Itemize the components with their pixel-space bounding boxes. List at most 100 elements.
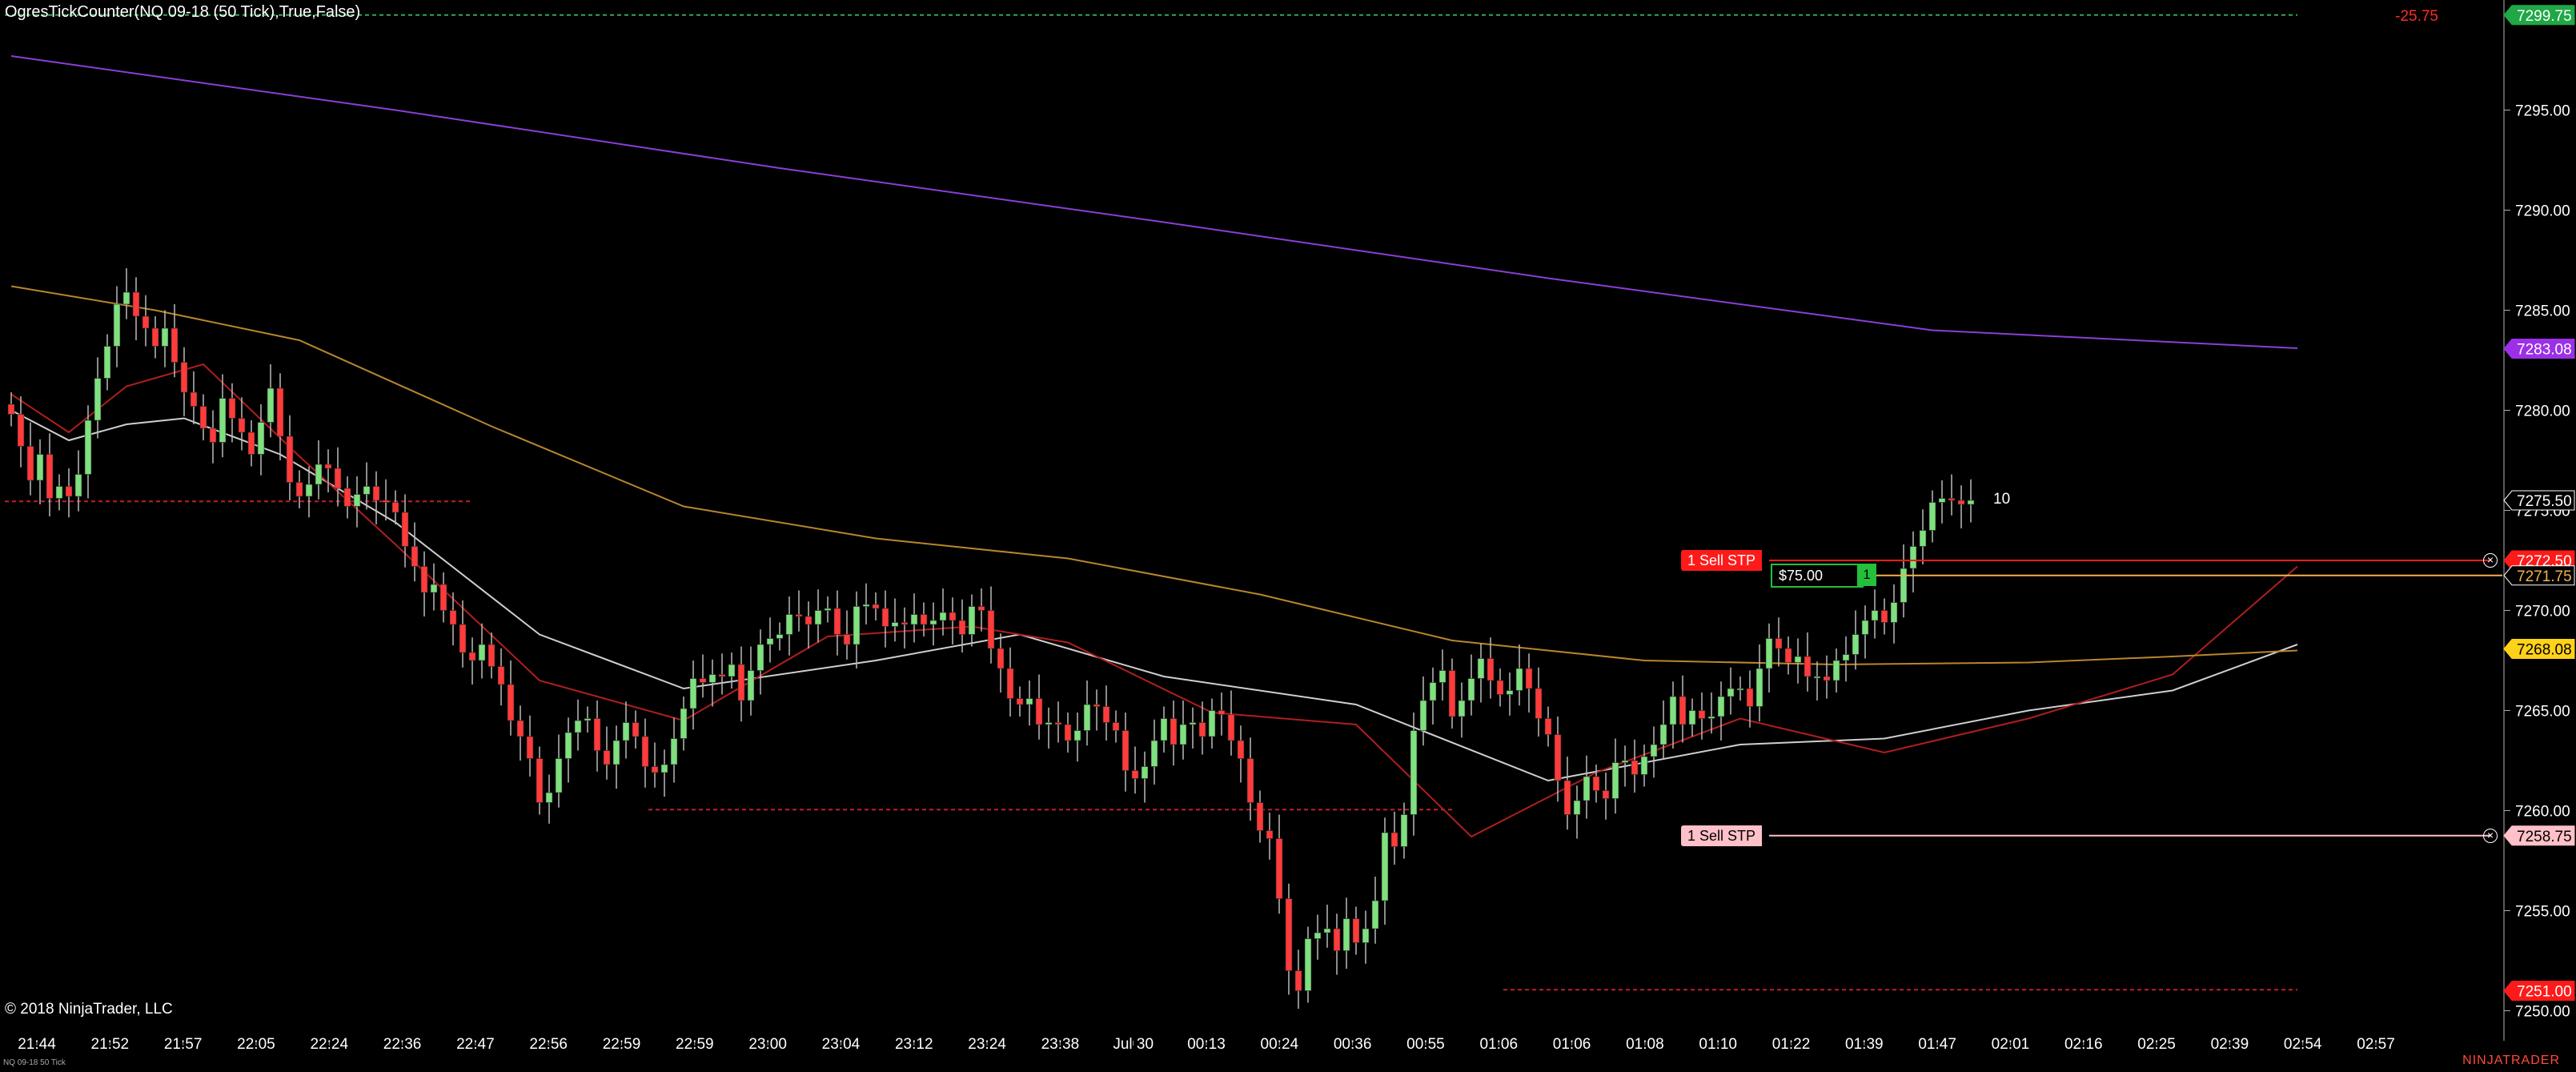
candle-body [670,738,678,765]
x-tick-label: 01:39 [1845,1036,1884,1053]
price-marker-label: 7299.75 [2517,8,2572,25]
x-tick-label: 22:56 [529,1036,568,1053]
candle-body [295,482,303,497]
candle-body [497,666,505,685]
candle-body [1669,696,1677,725]
candle-body [1237,740,1245,759]
x-tick-label: 22:59 [603,1036,641,1053]
candle-body [1073,730,1081,741]
price-axis[interactable]: 7250.00 7255.00 7260.00 7265.00 7270.00 7275.… [2503,0,2575,1041]
x-tick-label: 01:47 [1918,1036,1956,1053]
candle-body [286,436,294,483]
candle-body [843,634,851,645]
candle-body [488,644,496,667]
candle-body [1429,682,1437,701]
candle-body [1256,802,1264,831]
x-tick-label: 23:00 [748,1036,787,1053]
candle-body [190,391,198,407]
candle-body [1765,638,1773,669]
x-tick-label: 00:24 [1261,1036,1299,1053]
candle-body [1794,656,1802,663]
candle-body [171,327,179,363]
candle-body [1659,724,1667,745]
candle-body [862,604,870,607]
x-tick-label: 23:12 [895,1036,933,1053]
candle-body [977,606,985,611]
candle-body [228,398,236,419]
position-pnl-box[interactable]: $75.00 [1771,563,1864,588]
order-price-marker: 7258.75 [2503,825,2575,846]
candle-body [728,664,736,677]
candle-body [1333,928,1341,951]
candle-body [1938,498,1946,503]
candle-body [536,758,544,803]
candle-body [1121,730,1130,771]
ma-line [10,285,2298,666]
candle-body [881,608,889,627]
candle-body [929,620,937,625]
candle-body [1342,918,1350,951]
sell-stop-order-tag[interactable]: 1 Sell STP [1681,550,1763,571]
candle-body [468,652,476,661]
candle-body [920,614,928,625]
candle-body [737,664,745,701]
candle-body [1755,668,1763,707]
candle-body [872,604,880,609]
candle-body [1746,688,1754,707]
ma-line [10,55,2298,349]
candle-body [36,454,44,481]
candle-body [247,432,255,455]
candle-body [1583,776,1591,801]
candle-body [94,378,102,421]
candle-body [26,446,34,481]
candle-body [1227,714,1235,741]
candle-body [411,546,419,567]
candle-body [901,622,909,625]
candle-body [507,684,515,721]
x-tick-label: 01:06 [1479,1036,1518,1053]
x-tick-label: 22:47 [456,1036,495,1053]
price-marker-label: 7258.75 [2517,829,2572,845]
sell-stop-order-tag[interactable]: 1 Sell STP [1681,825,1763,846]
candle-body [478,644,486,661]
y-tick-label: 7250.00 [2515,1004,2570,1021]
x-tick-label: 22:59 [676,1036,714,1053]
close-icon[interactable]: × [2483,553,2498,568]
candle-body [1285,898,1293,971]
order-lines[interactable] [1769,560,2502,837]
y-tick-label: 7270.00 [2515,604,2570,620]
candle-body [1871,610,1879,621]
candle-body [708,674,716,683]
candle-body [824,608,832,611]
position-qty-box[interactable]: 1 [1857,563,1876,586]
x-tick-label: Jul 30 [1113,1036,1154,1053]
candle-body [1064,724,1072,741]
candle-body [1573,800,1581,815]
candle-body [776,634,784,639]
candle-body [65,486,73,497]
candle-body [795,614,803,617]
candle-body [1640,756,1648,775]
x-tick-label: 22:05 [237,1036,275,1053]
price-marker: 7268.08 [2503,639,2575,659]
candle-body [584,718,592,721]
candle-body [699,678,707,683]
candle-body [1957,500,1965,505]
candle-body [1266,830,1274,839]
x-tick-label: 01:06 [1553,1036,1591,1053]
ninjatrader-logo: NINJATRADER [2462,1054,2560,1067]
candle-body [1362,928,1370,943]
candle-body [219,398,227,443]
candle-body [1554,734,1562,781]
price-chart[interactable]: 7250.00 7255.00 7260.00 7265.00 7270.00 7275.… [0,0,2576,1072]
candle-body [142,315,150,329]
candle-body [1006,668,1014,699]
candle-body [958,620,966,635]
candle-body [660,764,668,773]
x-tick-label: 02:39 [2211,1036,2249,1053]
close-icon[interactable]: × [2483,828,2498,843]
time-axis[interactable]: 21:44 21:52 21:57 22:05 22:24 22:36 22:47 22:56… [18,1036,2395,1053]
candle-body [516,720,524,737]
candle-body [238,418,246,433]
candle-body [1727,688,1735,697]
